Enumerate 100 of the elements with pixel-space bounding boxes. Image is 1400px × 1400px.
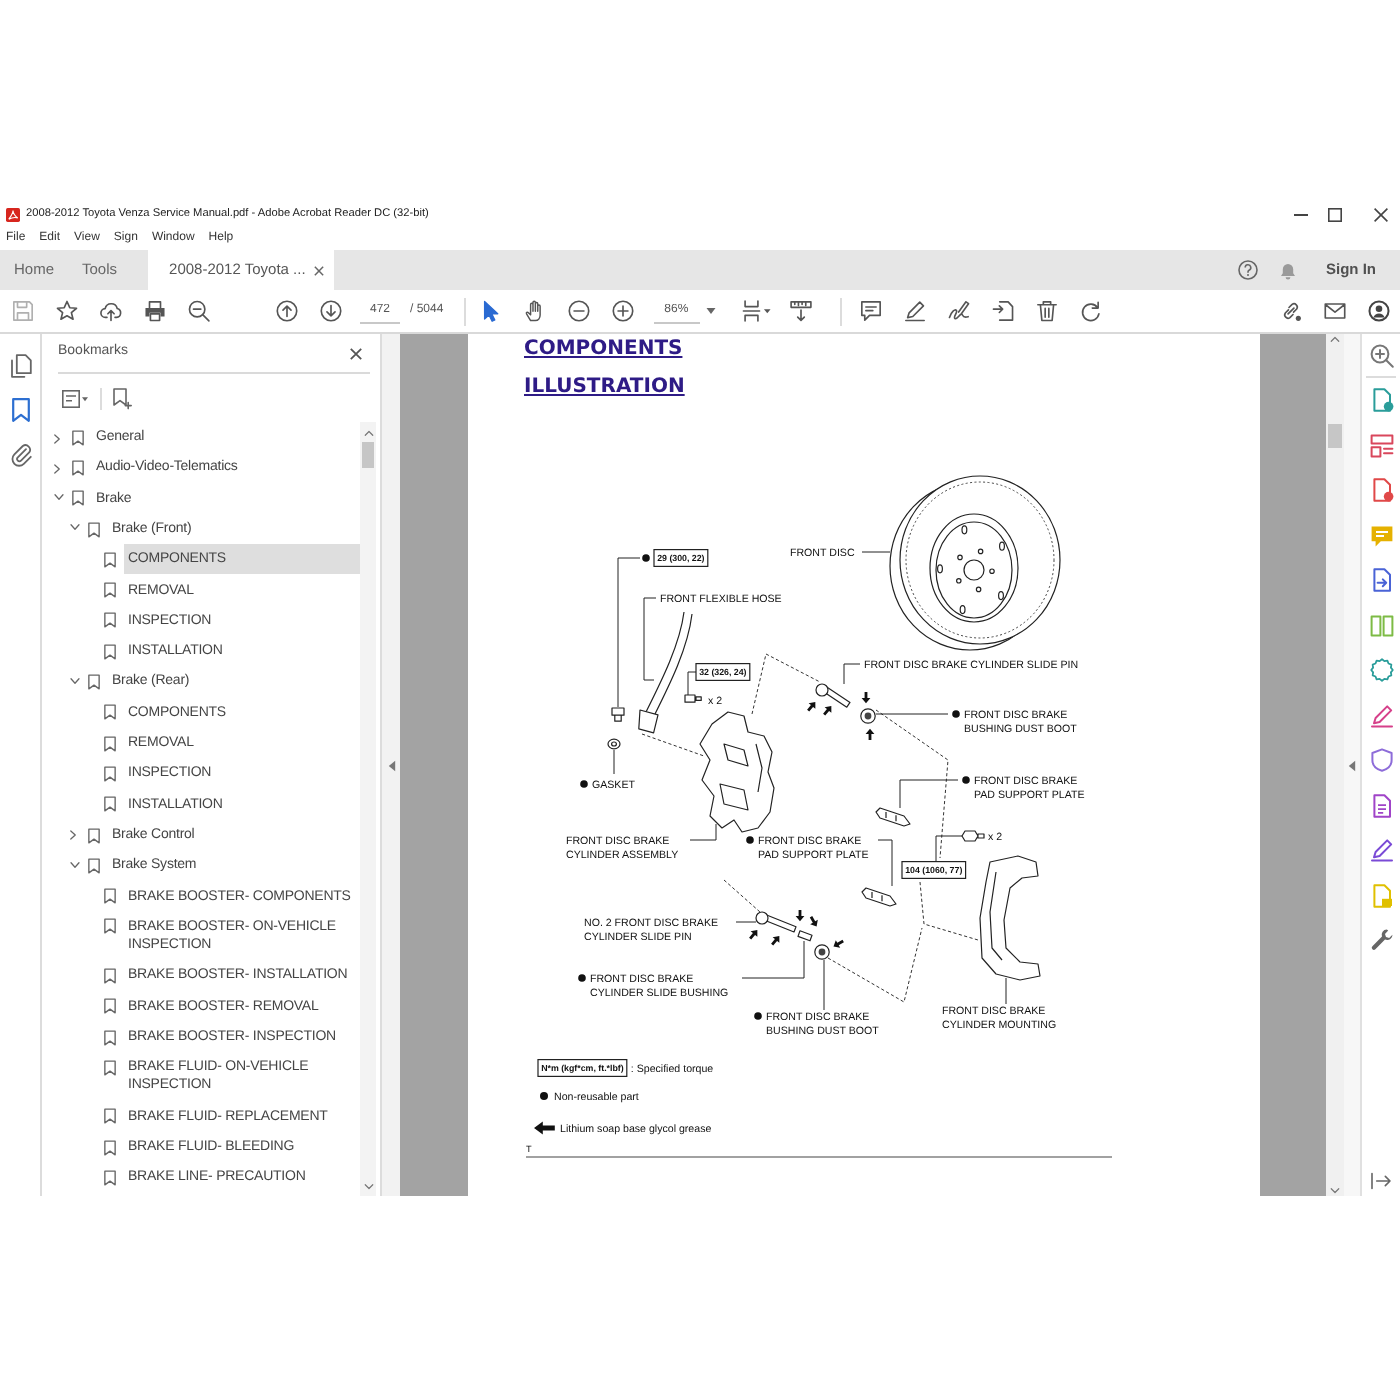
grease-arrow-icon [833, 939, 844, 948]
plus-icon[interactable] [612, 300, 635, 322]
pages-icon[interactable] [9, 354, 31, 378]
document-badge-icon[interactable] [1369, 478, 1393, 502]
grease-arrow-icon [865, 728, 875, 740]
arrow-up-icon[interactable] [275, 300, 297, 322]
bolt [611, 707, 625, 722]
pen-icon[interactable] [1369, 838, 1393, 862]
trash-icon[interactable] [1036, 300, 1059, 322]
scroll-up-icon[interactable] [1330, 336, 1340, 342]
star-icon[interactable] [55, 300, 77, 322]
cursor-icon[interactable] [480, 300, 503, 322]
seal-icon[interactable] [1369, 658, 1393, 682]
close-icon[interactable] [1374, 207, 1388, 221]
slide-bushing [797, 930, 813, 942]
cloud-upload-icon[interactable] [99, 300, 121, 322]
leader-line [861, 551, 891, 553]
leader-line [613, 749, 615, 775]
wrench-icon[interactable] [1369, 928, 1393, 952]
chevron-down-icon[interactable] [69, 677, 79, 685]
arrow-down-icon[interactable] [319, 300, 341, 322]
arrow-bar-icon[interactable] [1370, 1172, 1392, 1190]
caret-icon[interactable] [705, 308, 716, 314]
help-icon[interactable] [1238, 260, 1258, 280]
document-badge-icon[interactable] [1369, 388, 1393, 412]
collapse-arrow-icon[interactable] [387, 759, 395, 771]
link-icon[interactable] [1279, 300, 1301, 322]
close-icon[interactable] [313, 265, 324, 275]
scrollbar-thumb[interactable] [362, 442, 374, 468]
chevron-down-icon[interactable] [69, 861, 79, 868]
pen-icon[interactable] [904, 300, 927, 322]
support-plate [875, 807, 911, 827]
caliper-mounting-bracket [979, 855, 1041, 981]
bookmark-icon[interactable] [11, 398, 29, 422]
chevron-down-icon[interactable] [53, 494, 63, 501]
grease-arrow-icon [771, 936, 780, 946]
signature-icon[interactable] [948, 300, 971, 322]
add-bookmark-icon[interactable] [112, 387, 132, 409]
leader-line [741, 940, 805, 979]
scroll-down-icon[interactable] [363, 1184, 373, 1190]
document-arrow-icon[interactable] [1369, 568, 1393, 592]
fit-page-icon[interactable] [742, 300, 773, 322]
chevron-right-icon[interactable] [54, 463, 62, 474]
mail-icon[interactable] [1323, 300, 1345, 322]
slide-pin [815, 683, 851, 708]
leader-line [935, 835, 963, 863]
dust-boot [860, 708, 876, 724]
grease-arrow-icon [534, 1121, 555, 1135]
scrollbar-thumb[interactable] [1328, 424, 1342, 448]
dust-boot [814, 944, 830, 960]
assembly-guide-line [751, 653, 821, 715]
assembly-guide-line [641, 733, 705, 757]
bolt [961, 830, 985, 842]
document-arrow-icon[interactable] [992, 300, 1015, 322]
document-icon[interactable] [1369, 793, 1393, 817]
zoom-in-icon[interactable] [1369, 344, 1393, 368]
leader-line [823, 959, 825, 1011]
leader-line [877, 839, 893, 887]
chevron-down-icon[interactable] [69, 524, 79, 532]
list-options-icon[interactable] [62, 389, 88, 407]
minimize-icon[interactable] [1294, 213, 1308, 215]
rotate-icon[interactable] [1080, 300, 1103, 322]
app-icon [6, 207, 20, 221]
pen-icon[interactable] [1369, 703, 1393, 727]
ruler-icon[interactable] [790, 300, 813, 322]
leader-line [843, 663, 861, 685]
leader-line [899, 779, 959, 809]
minus-icon[interactable] [568, 300, 591, 322]
brake-caliper [699, 711, 775, 833]
scroll-up-icon[interactable] [363, 430, 373, 436]
scroll-down-icon[interactable] [1330, 1188, 1340, 1194]
maximize-icon[interactable] [1328, 207, 1342, 221]
user-icon[interactable] [1367, 300, 1389, 322]
hand-icon[interactable] [524, 300, 547, 322]
chevron-right-icon[interactable] [70, 830, 78, 841]
gasket-ring [607, 738, 621, 750]
section-heading: ILLUSTRATION [524, 374, 685, 400]
grease-arrow-icon [749, 930, 758, 940]
close-icon[interactable] [350, 347, 362, 359]
grease-arrow-icon [861, 692, 871, 704]
leader-line [735, 921, 757, 923]
chevron-right-icon[interactable] [54, 433, 62, 444]
assembly-guide-line [723, 879, 761, 913]
layout-icon[interactable] [1369, 433, 1393, 457]
brake-hose [638, 611, 693, 734]
section-heading: COMPONENTS [524, 336, 683, 362]
leader-line [1005, 977, 1007, 1005]
slide-pin [755, 911, 797, 933]
leader-line [689, 823, 717, 841]
collapse-arrow-icon[interactable] [1348, 759, 1356, 771]
support-plate [861, 887, 897, 907]
print-icon[interactable] [143, 300, 165, 322]
comment-icon[interactable] [860, 300, 883, 322]
bolt [684, 694, 702, 703]
leader-line [875, 713, 949, 715]
leader-line [687, 671, 697, 696]
shield-icon[interactable] [1369, 748, 1393, 772]
paperclip-icon[interactable] [9, 442, 31, 466]
bullet-dot-icon [540, 1092, 548, 1100]
zoom-out-icon[interactable] [187, 300, 209, 322]
